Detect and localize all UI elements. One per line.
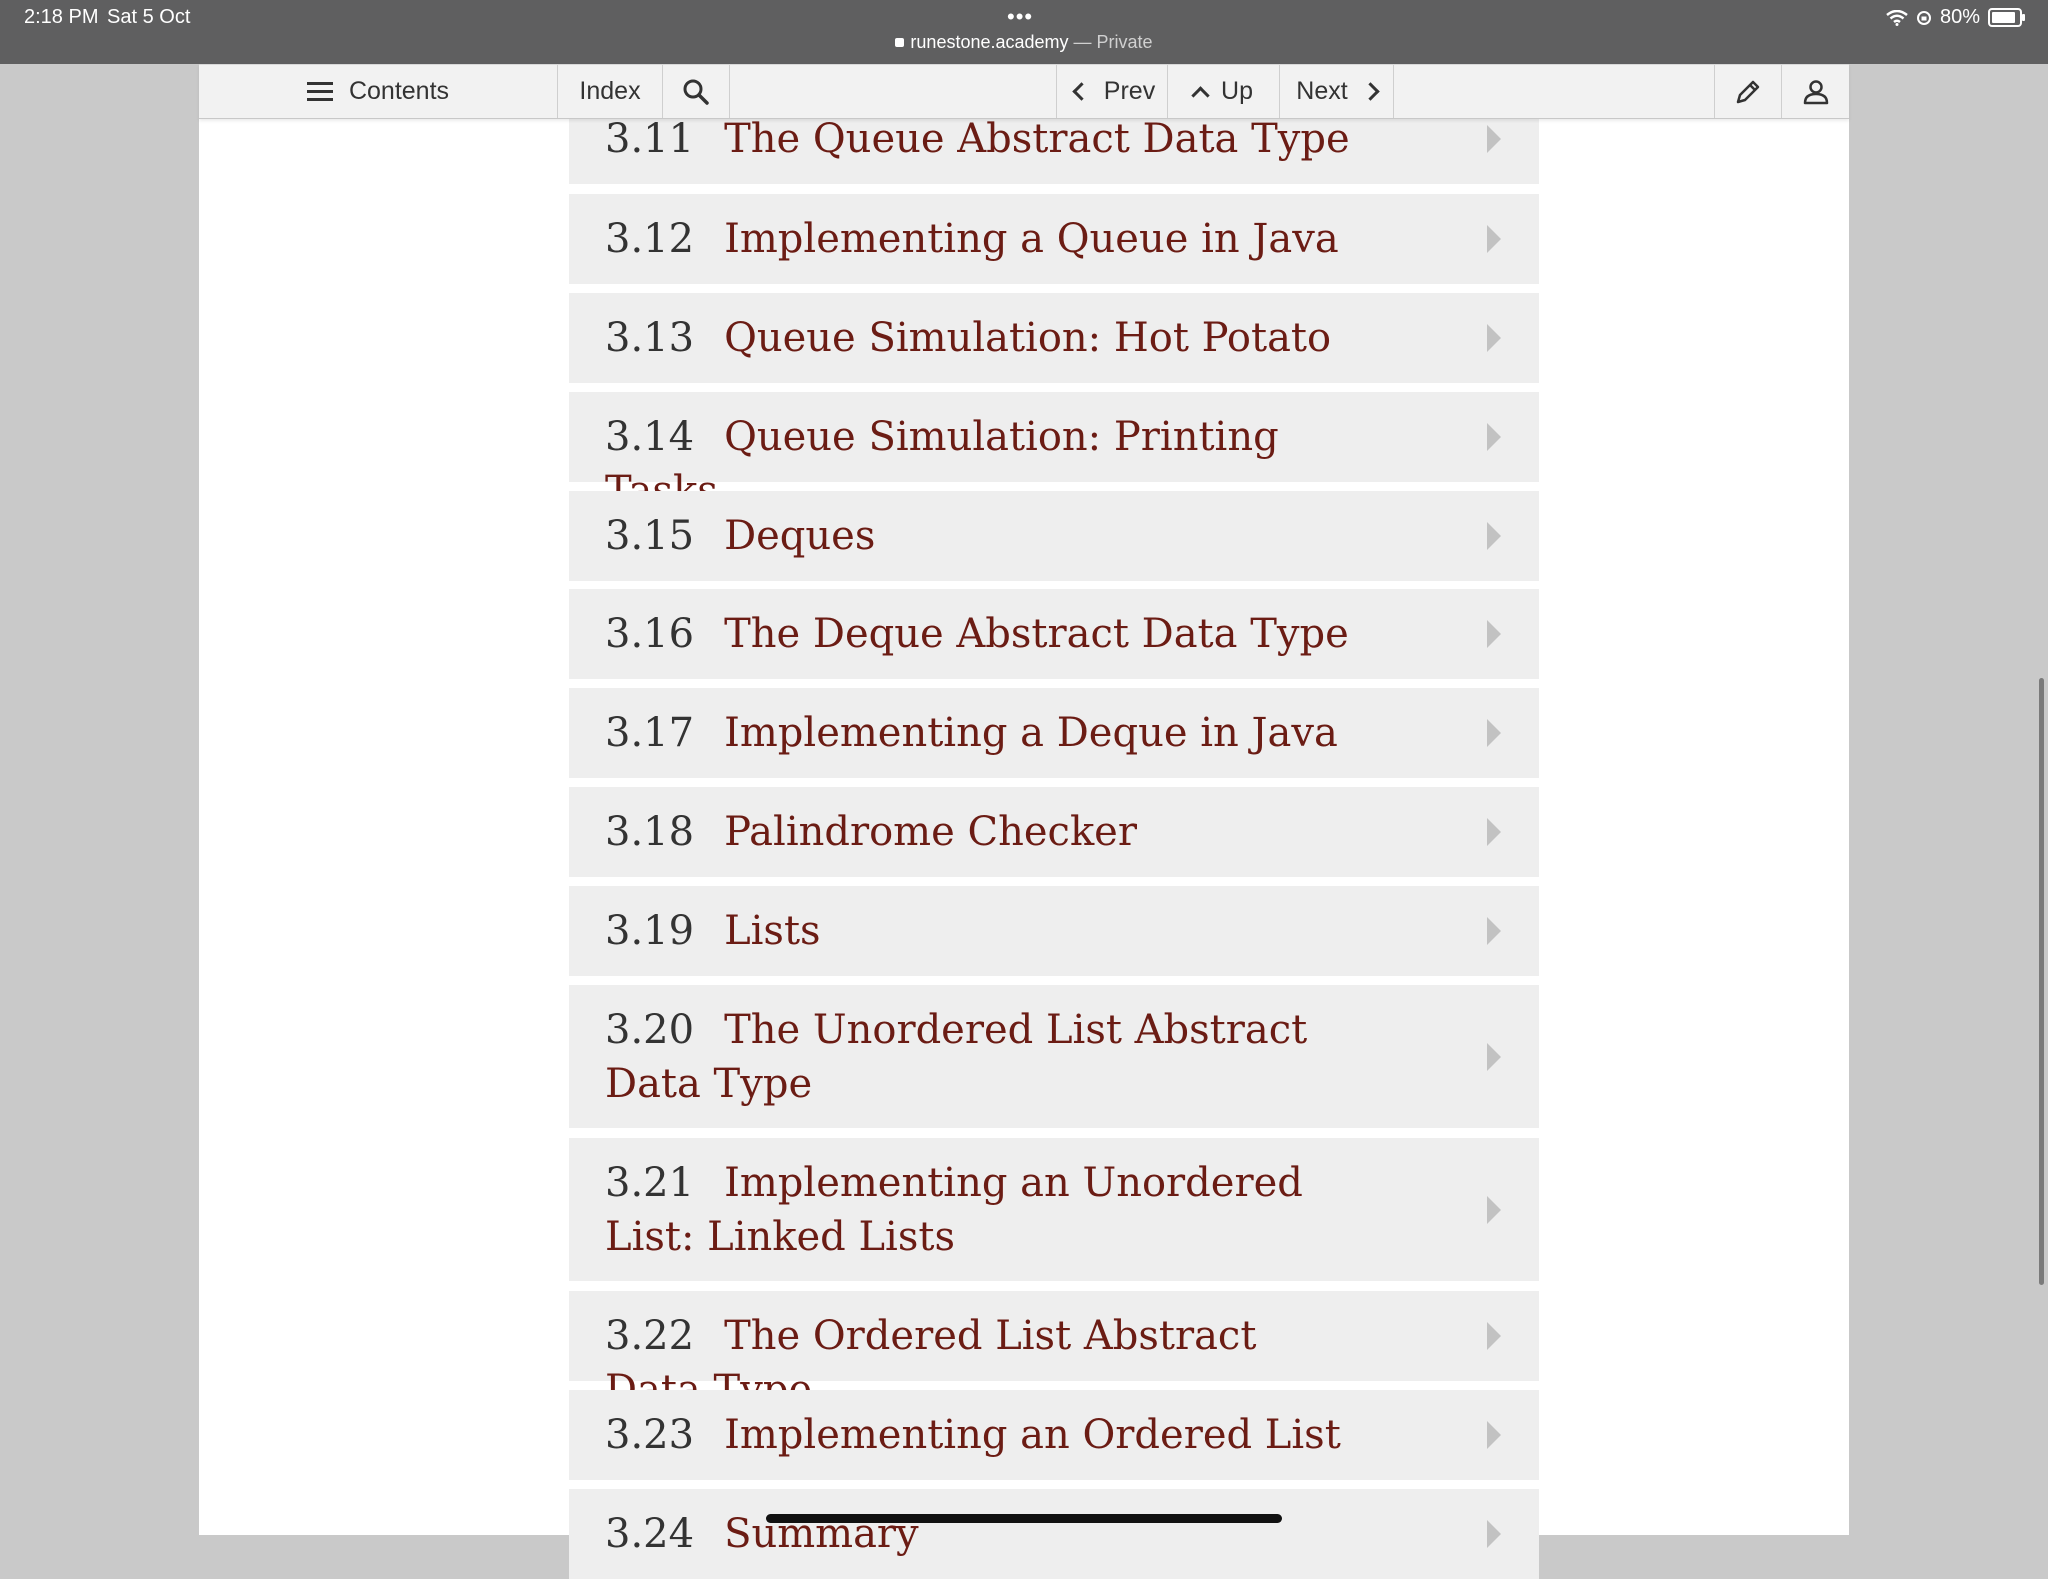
toc-item[interactable]: 3.22The Ordered List Abstract Data Type	[569, 1291, 1539, 1413]
toc-item-number: 3.21	[605, 1160, 695, 1206]
toc-item[interactable]: 3.17 Implementing a Deque in Java	[569, 688, 1539, 778]
index-label: Index	[579, 77, 641, 105]
toc-item-title[interactable]: Implementing an Unordered List: Linked L…	[605, 1160, 1303, 1260]
toc-item[interactable]: 3.12 Implementing a Queue in Java	[569, 194, 1539, 284]
address-bar[interactable]: runestone.academy — Private	[0, 32, 2048, 53]
toc-item[interactable]: 3.19 Lists	[569, 886, 1539, 976]
expand-arrow-icon[interactable]	[1487, 225, 1501, 253]
toc-item[interactable]: 3.21 Implementing an Unordered List: Link…	[569, 1138, 1539, 1281]
expand-arrow-icon[interactable]	[1487, 125, 1501, 153]
toc-item-number: 3.24	[605, 1511, 695, 1557]
expand-arrow-icon[interactable]	[1487, 1520, 1501, 1548]
toc-item-title[interactable]: Implementing a Queue in Java	[724, 216, 1339, 262]
expand-arrow-icon[interactable]	[1487, 1196, 1501, 1224]
toc-item-title[interactable]: Deques	[724, 513, 875, 559]
toc-item-number: 3.17	[605, 710, 695, 756]
pencil-icon	[1736, 80, 1760, 103]
status-time: 2:18 PM	[24, 6, 99, 28]
expand-arrow-icon[interactable]	[1487, 324, 1501, 352]
toc-item[interactable]: 3.18 Palindrome Checker	[569, 787, 1539, 877]
toc-item-number: 3.11	[605, 116, 695, 162]
expand-arrow-icon[interactable]	[1487, 917, 1501, 945]
expand-arrow-icon[interactable]	[1487, 1043, 1501, 1071]
toc-item-number: 3.20	[605, 1007, 695, 1053]
search-button[interactable]	[663, 65, 729, 118]
expand-arrow-icon[interactable]	[1487, 620, 1501, 648]
toc-item[interactable]: 3.13 Queue Simulation: Hot Potato	[569, 293, 1539, 383]
multitasking-dots-icon[interactable]: •••	[1007, 4, 1033, 30]
status-bar: 2:18 PM Sat 5 Oct ••• runestone.academy …	[0, 0, 2048, 64]
toc-item-title[interactable]: The Deque Abstract Data Type	[724, 611, 1349, 657]
contents-label: Contents	[348, 77, 450, 105]
wifi-icon	[1886, 9, 1908, 26]
index-button[interactable]: Index	[558, 65, 662, 118]
toc-item-number: 3.23	[605, 1412, 695, 1458]
lock-icon	[895, 38, 905, 47]
prev-label: Prev	[1103, 77, 1156, 105]
battery-percent: 80%	[1939, 6, 1980, 28]
toc-item[interactable]: 3.14Queue Simulation: Printing Tasks	[569, 392, 1539, 514]
hamburger-icon	[306, 81, 333, 102]
toc-item-title[interactable]: Implementing a Deque in Java	[724, 710, 1338, 756]
chevron-left-icon	[1072, 82, 1091, 101]
toc-item[interactable]: 3.23 Implementing an Ordered List	[569, 1390, 1539, 1480]
status-indicators: 80%	[1886, 6, 2025, 29]
url-text: runestone.academy	[910, 32, 1069, 52]
next-label: Next	[1296, 77, 1348, 105]
toc-item[interactable]: 3.16 The Deque Abstract Data Type	[569, 589, 1539, 679]
prev-button[interactable]: Prev	[1057, 65, 1167, 118]
private-label: — Private	[1068, 32, 1153, 52]
orientation-lock-icon	[1916, 10, 1931, 25]
toc-item[interactable]: 3.24 Summary	[569, 1489, 1539, 1579]
chevron-right-icon	[1361, 82, 1380, 101]
up-label: Up	[1221, 77, 1253, 105]
chevron-up-icon	[1191, 86, 1210, 105]
toc-item-number: 3.12	[605, 216, 695, 262]
expand-arrow-icon[interactable]	[1487, 1421, 1501, 1449]
edit-button[interactable]	[1715, 65, 1781, 118]
toc-item-title[interactable]: Implementing an Ordered List	[724, 1412, 1341, 1458]
toc-item-title[interactable]: The Unordered List Abstract Data Type	[605, 1007, 1307, 1107]
expand-arrow-icon[interactable]	[1487, 1322, 1501, 1350]
expand-arrow-icon[interactable]	[1487, 522, 1501, 550]
contents-button[interactable]: Contents	[199, 65, 557, 118]
expand-arrow-icon[interactable]	[1487, 423, 1501, 451]
toc-item[interactable]: 3.15 Deques	[569, 491, 1539, 581]
toc-item-number: 3.14	[605, 414, 695, 460]
search-icon	[683, 79, 709, 105]
toc-item-number: 3.13	[605, 315, 695, 361]
next-button[interactable]: Next	[1280, 65, 1393, 118]
home-indicator[interactable]	[766, 1514, 1282, 1523]
battery-icon	[1988, 8, 2025, 27]
toc-item-number: 3.15	[605, 513, 695, 559]
expand-arrow-icon[interactable]	[1487, 818, 1501, 846]
user-button[interactable]	[1782, 65, 1849, 118]
toc-item-number: 3.18	[605, 809, 695, 855]
status-date: Sat 5 Oct	[107, 6, 191, 28]
expand-arrow-icon[interactable]	[1487, 719, 1501, 747]
toc-item-title[interactable]: Queue Simulation: Hot Potato	[724, 315, 1331, 361]
toc-item[interactable]: 3.20 The Unordered List Abstract Data Typ…	[569, 985, 1539, 1128]
book-toolbar: Contents Index Prev Up Next	[199, 64, 1849, 119]
toc-item-number: 3.22	[605, 1313, 695, 1359]
toc-item-title[interactable]: Lists	[724, 908, 820, 954]
scrollbar[interactable]	[2039, 678, 2044, 1285]
toc-item-title[interactable]: Palindrome Checker	[724, 809, 1137, 855]
toc-item-number: 3.19	[605, 908, 695, 954]
up-button[interactable]: Up	[1168, 65, 1279, 118]
user-icon	[1803, 79, 1828, 104]
toc-item-number: 3.16	[605, 611, 695, 657]
toc-item-title[interactable]: The Queue Abstract Data Type	[724, 116, 1350, 162]
